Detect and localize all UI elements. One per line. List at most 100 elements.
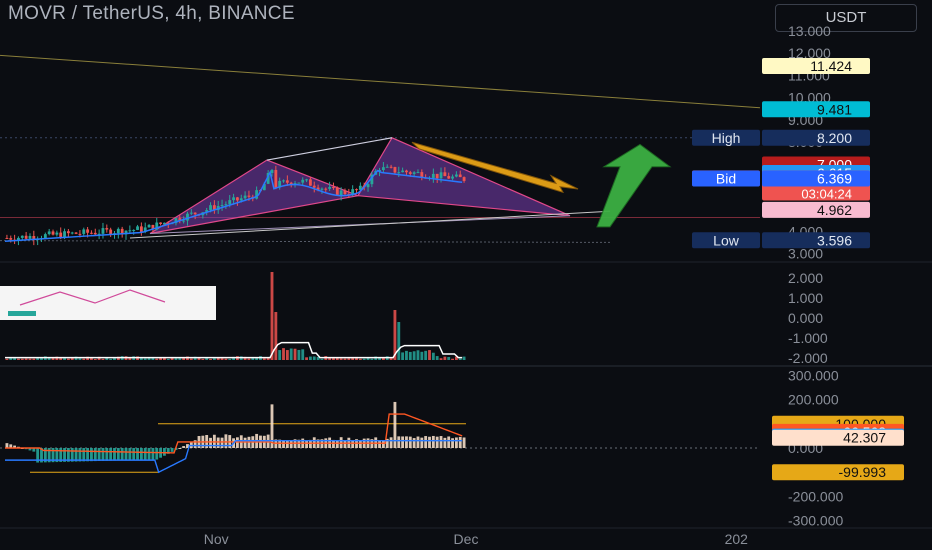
volume-bar [166, 358, 170, 360]
volume-bar [224, 358, 228, 360]
candle-body [182, 220, 186, 222]
trading-chart[interactable]: 3.0004.0005.0006.0007.0008.0009.00010.00… [0, 0, 932, 550]
oscillator-bar [431, 435, 435, 448]
candle-body [189, 212, 193, 214]
oscillator-bar [128, 448, 132, 461]
volume-bar [17, 358, 20, 360]
oscillator-bar [285, 440, 289, 448]
candle-body [285, 180, 289, 183]
volume-bar [420, 351, 424, 360]
oscillator-bar [389, 437, 393, 448]
volume-bar [32, 358, 36, 360]
oscillator-bar [209, 437, 212, 448]
volume-bar [189, 358, 193, 360]
volume-bar [447, 357, 451, 360]
volume-bar [297, 349, 301, 360]
volume-bar [201, 358, 205, 360]
candle-body [339, 190, 343, 196]
price-label: 3.596 [817, 232, 852, 248]
volume-bar [305, 357, 308, 360]
oscillator-bar [416, 436, 420, 448]
candle-body [335, 187, 339, 196]
volume-bar [270, 272, 274, 360]
oscillator-bar [401, 436, 405, 448]
oscillator-bar [424, 436, 428, 448]
volume-bar [205, 358, 209, 360]
candle-body [224, 204, 228, 206]
oscillator-bar [358, 440, 362, 448]
volume-bar [358, 358, 362, 360]
oscillator-bar [93, 448, 97, 462]
candle-body [243, 195, 247, 199]
volume-bar [220, 358, 224, 360]
candle-body [454, 174, 458, 177]
volume-bar [82, 358, 86, 360]
candle-body [282, 180, 285, 182]
price-label: 4.962 [817, 202, 852, 218]
candle-body [393, 167, 397, 173]
candle-body [328, 187, 332, 189]
oscillator-bar [139, 448, 143, 460]
candle-body [236, 197, 239, 201]
candle-body [232, 197, 235, 201]
time-axis-label: Dec [454, 531, 479, 547]
price-label: 11.424 [810, 58, 852, 74]
axis-tick-label: -300.000 [788, 513, 843, 529]
candle-body [90, 232, 93, 234]
oscillator-bar [343, 440, 347, 448]
candle-body [412, 172, 416, 174]
volume-bar [209, 358, 212, 360]
oscillator-bar [408, 436, 412, 448]
candle-body [247, 195, 251, 197]
candle-body [431, 173, 435, 178]
oscillator-bar [454, 437, 458, 448]
oscillator-bar [270, 404, 274, 448]
candle-body [270, 169, 274, 173]
candle-body [274, 169, 278, 188]
candle-body [228, 200, 232, 205]
oscillator-bar [120, 448, 124, 461]
candle-body [20, 235, 24, 238]
indicator-label: -99.993 [839, 464, 887, 480]
volume-bar [128, 358, 132, 360]
candle-body [132, 229, 136, 231]
indicator-label: 42.307 [843, 430, 886, 446]
candle-body [78, 233, 82, 235]
oscillator-bar [420, 437, 424, 448]
price-label: 9.481 [817, 101, 852, 117]
oscillator-bar [101, 448, 105, 461]
volume-bar [301, 349, 305, 360]
candle-body [439, 172, 443, 179]
candle-body [136, 226, 139, 230]
price-tag: Bid [716, 171, 736, 187]
volume-bar [408, 351, 412, 360]
axis-tick-label: 2.000 [788, 270, 823, 286]
volume-bar [178, 358, 182, 360]
volume-bar [155, 358, 159, 360]
volume-bar [28, 358, 32, 360]
candle-body [447, 176, 451, 179]
volume-bar [435, 356, 439, 360]
volume-bar [412, 351, 416, 360]
axis-tick-label: 13.000 [788, 23, 831, 39]
volume-bar [443, 356, 447, 360]
pattern-top-line [266, 137, 393, 161]
candle-body [332, 187, 335, 189]
oscillator-bar [428, 436, 431, 448]
candle-body [408, 172, 412, 174]
oscillator-bar [86, 448, 90, 462]
candle-body [381, 167, 385, 170]
candle-body [193, 212, 197, 215]
volume-bar [101, 358, 105, 360]
volume-bar [66, 358, 70, 360]
thumbnail-legend [8, 311, 36, 316]
oscillator-bar [151, 448, 155, 460]
oscillator-bar [216, 437, 220, 448]
volume-bar [458, 358, 462, 360]
candle-body [163, 222, 166, 224]
candle-body [186, 213, 189, 221]
time-axis-label: 202 [725, 531, 749, 547]
volume-bar [143, 358, 147, 360]
volume-bar [462, 356, 466, 360]
oscillator-bar [155, 448, 159, 460]
